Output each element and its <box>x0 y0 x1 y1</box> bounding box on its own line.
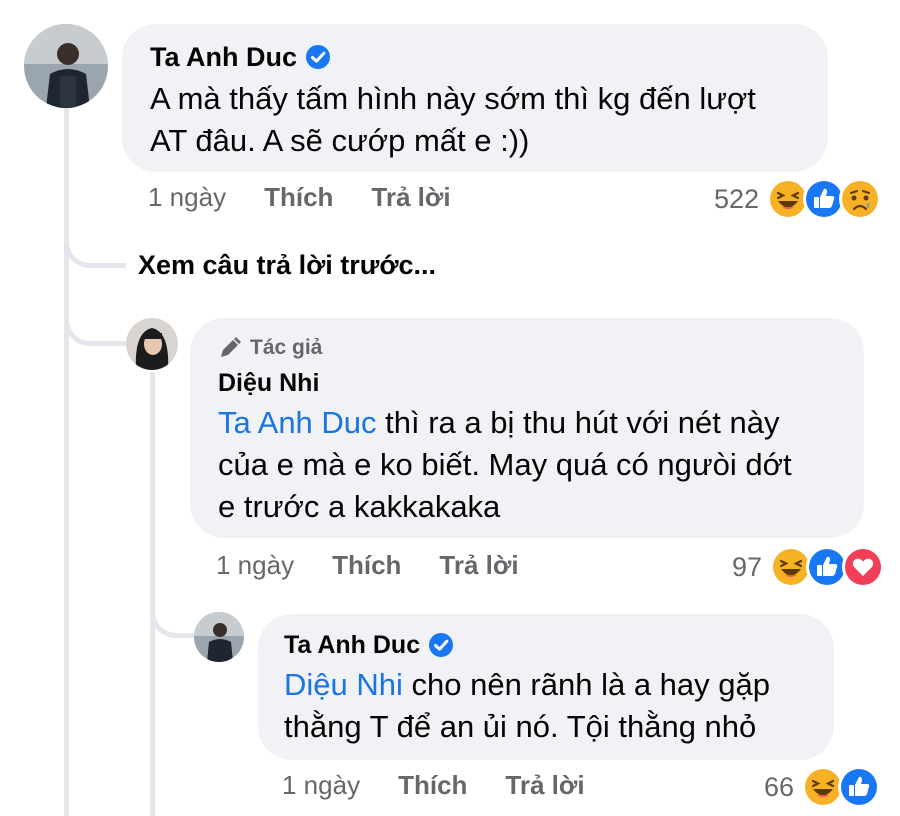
comment-time[interactable]: 1 ngày <box>216 550 294 581</box>
comment-time[interactable]: 1 ngày <box>148 182 226 213</box>
verified-badge-icon <box>306 45 330 69</box>
comment-text-line: AT đâu. A sẽ cướp mất e :)) <box>150 123 530 158</box>
thread-line-main <box>64 108 69 816</box>
comment-text-line: Ta Anh Duc thì ra a bị thu hút với nét n… <box>218 402 779 444</box>
reaction-summary[interactable]: 522 <box>714 178 882 220</box>
author-name[interactable]: Ta Anh Duc <box>150 42 297 72</box>
comment-actions: 1 ngày Thích Trả lời <box>148 182 451 213</box>
avatar[interactable] <box>24 24 108 108</box>
pen-icon <box>221 337 241 357</box>
author-badge: Tác giả <box>218 336 322 360</box>
comment-author[interactable]: Ta Anh Duc <box>284 630 454 660</box>
reply-button[interactable]: Trả lời <box>439 550 518 581</box>
author-name[interactable]: Ta Anh Duc <box>284 630 420 660</box>
see-previous-replies-link[interactable]: Xem câu trả lời trước... <box>138 250 436 281</box>
avatar[interactable] <box>194 612 244 662</box>
mention-link[interactable]: Diệu Nhi <box>284 667 403 702</box>
like-button[interactable]: Thích <box>398 770 467 801</box>
comment-time[interactable]: 1 ngày <box>282 770 360 801</box>
reply-button[interactable]: Trả lời <box>371 182 450 213</box>
avatar[interactable] <box>126 318 178 370</box>
reaction-count: 66 <box>764 771 795 802</box>
comment-text-line: A mà thấy tấm hình này sớm thì kg đến lư… <box>150 81 756 116</box>
comment-text: cho nên rãnh là a hay gặp <box>402 667 771 702</box>
author-badge-label: Tác giả <box>250 336 323 359</box>
comment-text: thì ra a bị thu hút với nét này <box>376 405 780 440</box>
reaction-count: 97 <box>732 551 763 582</box>
mention-link[interactable]: Ta Anh Duc <box>218 405 377 440</box>
comment-actions: 1 ngày Thích Trả lời <box>216 550 519 581</box>
like-icon <box>838 766 881 808</box>
thread-branch-reply-2 <box>150 590 194 638</box>
thread-branch-see-previous <box>64 218 126 268</box>
comment-text-line: Diệu Nhi cho nên rãnh là a hay gặp <box>284 664 770 706</box>
like-button[interactable]: Thích <box>332 550 401 581</box>
author-name[interactable]: Diệu Nhi <box>218 368 319 398</box>
thread-branch-reply-1 <box>64 300 126 346</box>
sad-icon <box>839 178 882 220</box>
reaction-count: 522 <box>714 183 760 214</box>
reaction-summary[interactable]: 66 <box>764 766 881 808</box>
comment-text-line: e trước a kakkakaka <box>218 489 501 524</box>
reaction-summary[interactable]: 97 <box>732 546 885 588</box>
love-icon <box>842 546 885 588</box>
comment-actions: 1 ngày Thích Trả lời <box>282 770 585 801</box>
like-button[interactable]: Thích <box>264 182 333 213</box>
comment-text-line: của e mà e ko biết. May quá có ngưòi dớt <box>218 447 792 482</box>
comment-author[interactable]: Diệu Nhi <box>218 368 319 398</box>
comment-text-line: thằng T để an ủi nó. Tội thằng nhỏ <box>284 709 757 744</box>
reply-button[interactable]: Trả lời <box>505 770 584 801</box>
verified-badge-icon <box>429 633 454 657</box>
comment-author[interactable]: Ta Anh Duc <box>150 42 331 72</box>
